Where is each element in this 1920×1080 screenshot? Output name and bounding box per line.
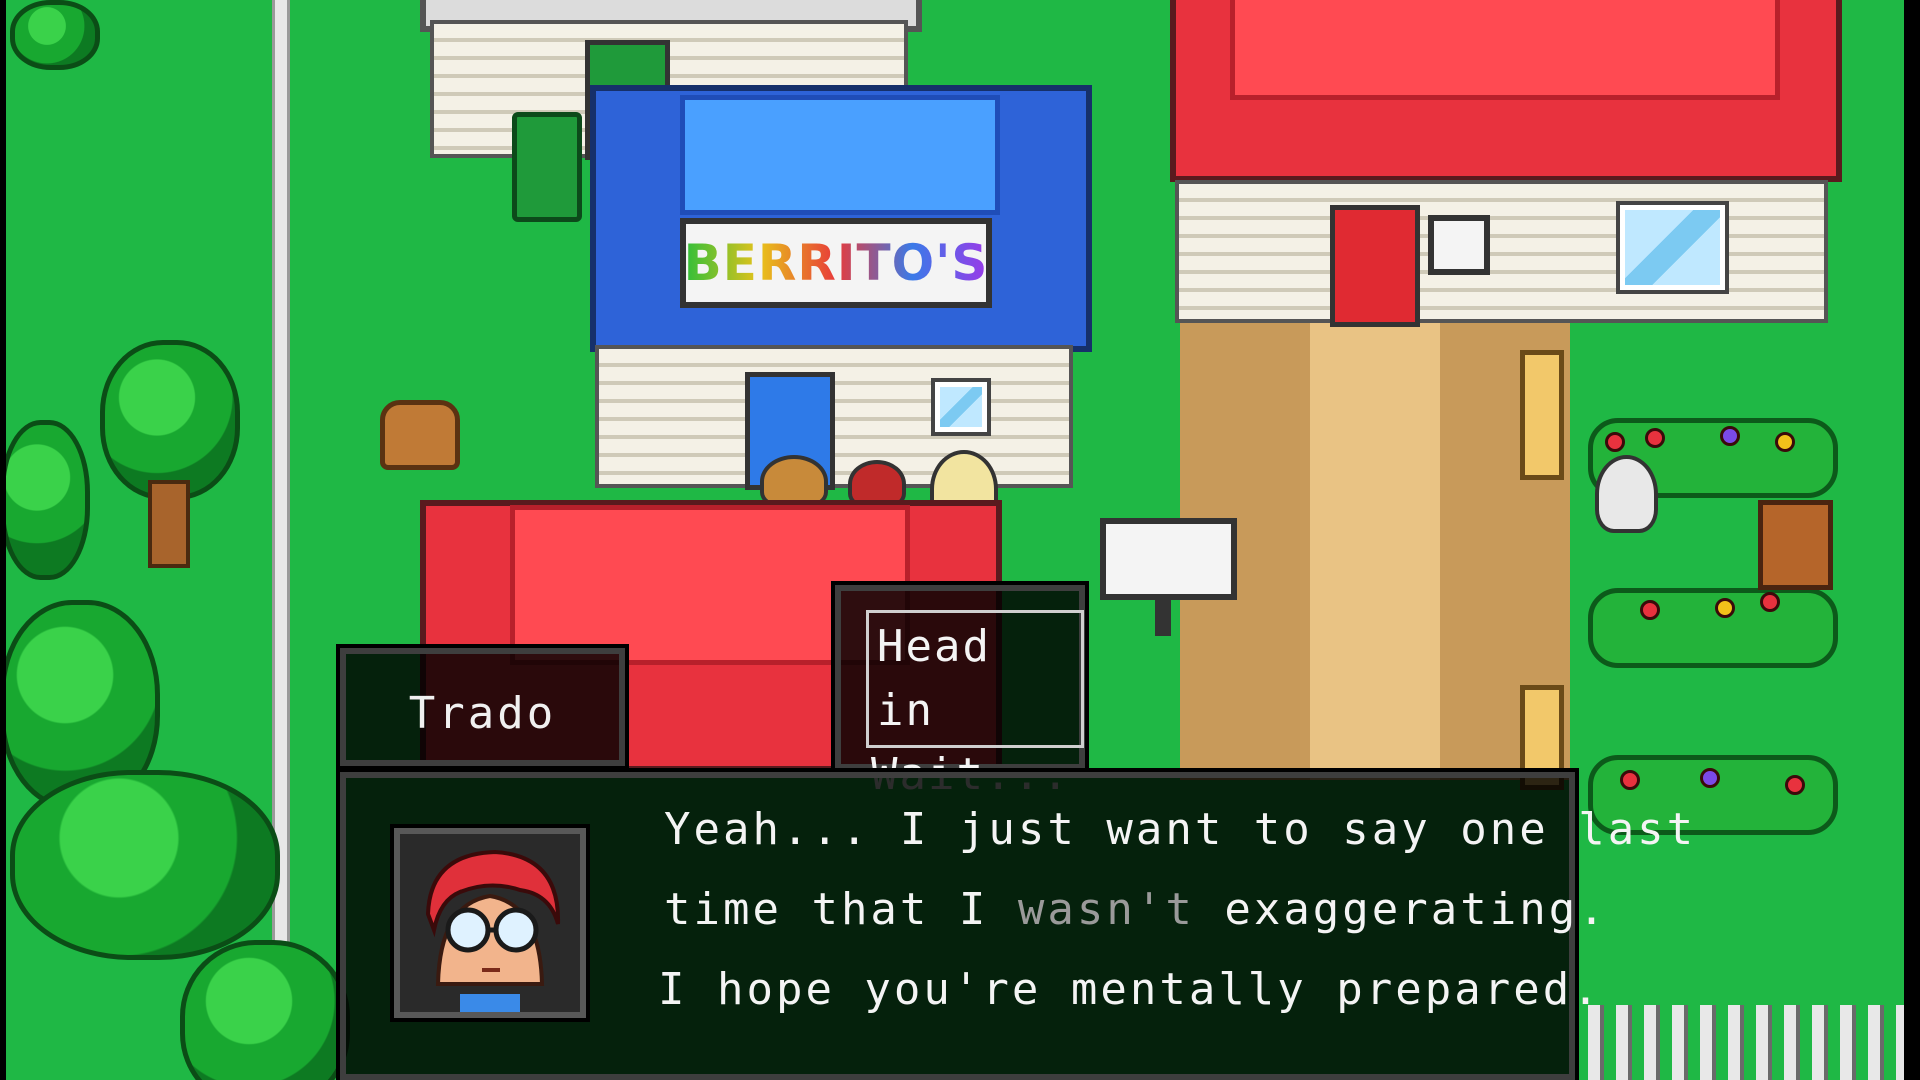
shop-roof-top [680, 95, 1000, 215]
flower-bush [1588, 588, 1838, 668]
flower-icon [1760, 592, 1780, 612]
tree-icon [10, 770, 280, 960]
diner-signpost [1100, 518, 1237, 600]
flower-icon [1715, 598, 1735, 618]
picket-fence [1588, 1005, 1908, 1080]
house-plaque [1428, 215, 1490, 275]
fence-vertical [272, 0, 290, 1080]
speaker-name: Trado [408, 688, 557, 739]
diner-signpost-pole [1155, 594, 1171, 636]
tree-icon [0, 420, 90, 580]
dialogue-line-2-emphasis: wasn't [1017, 884, 1195, 935]
flower-icon [1775, 432, 1795, 452]
tree-trunk [148, 480, 190, 568]
house-wall-large [1175, 180, 1828, 323]
flower-icon [1720, 426, 1740, 446]
shop-window [931, 378, 991, 436]
trash-bin [512, 112, 582, 222]
shop-sign: BERRITO'S [680, 218, 992, 308]
dialogue-line-2-after: exaggerating. [1194, 884, 1608, 935]
choice-menu: Head in Wait... [831, 581, 1089, 800]
flower-crate [1758, 500, 1833, 590]
flower-icon [1605, 432, 1625, 452]
dirt-path-center [1310, 320, 1440, 780]
house-window [1616, 201, 1729, 294]
choice-head-in[interactable]: Head in [866, 610, 1084, 748]
tree-icon [100, 340, 240, 500]
dialogue-line-2-before: time that I [664, 884, 1018, 935]
dialogue-line-3: I hope you're mentally prepared. [658, 964, 1602, 1015]
speaker-name-box: Trado [336, 644, 629, 770]
left-border [0, 0, 6, 1080]
dialogue-line-1: Yeah... I just want to say one last [664, 804, 1697, 855]
flower-icon [1640, 600, 1660, 620]
red-haired-glasses-portrait-icon [400, 834, 580, 1012]
right-border [1904, 0, 1920, 1080]
tree-icon [10, 0, 100, 70]
dialogue-box: Yeah... I just want to say one last time… [336, 768, 1693, 1080]
flower-icon [1700, 768, 1720, 788]
tree-icon [180, 940, 350, 1080]
npc-elder [1595, 455, 1658, 533]
house-door-red[interactable] [1330, 205, 1420, 327]
flower-icon [1645, 428, 1665, 448]
flower-icon [1785, 775, 1805, 795]
house-roof-large-top [1230, 0, 1780, 100]
tree-stump [380, 400, 460, 470]
dialogue-line-2: time that I wasn't exaggerating. [664, 884, 1608, 935]
shop-sign-text: BERRITO'S [683, 234, 989, 292]
bench [1520, 350, 1564, 480]
speaker-portrait [390, 824, 590, 1022]
flower-icon [1620, 770, 1640, 790]
portrait-face-icon [400, 834, 580, 1012]
